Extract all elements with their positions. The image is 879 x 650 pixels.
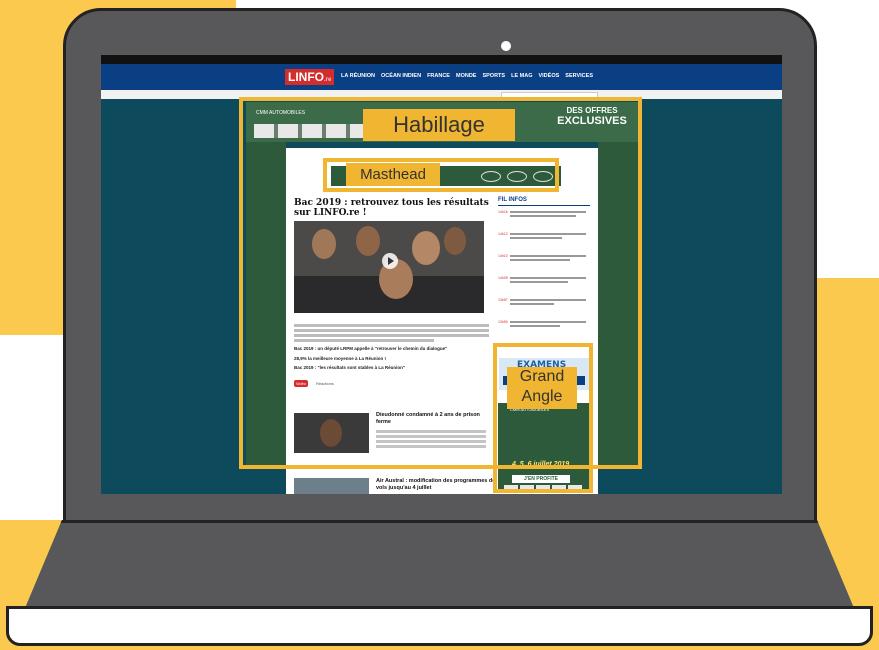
site-logo[interactable]: LINFO.re [285,69,335,85]
top-utility-bar [101,55,782,64]
main-nav: LA RÉUNION OCÉAN INDIEN FRANCE MONDE SPO… [341,73,593,79]
grand-angle-label-line1: Grand [519,368,565,385]
webcam-icon [501,41,511,51]
nav-item-ocean-indien[interactable]: OCÉAN INDIEN [381,73,421,79]
nav-item-la-reunion[interactable]: LA RÉUNION [341,73,375,79]
third-article-thumb[interactable] [294,478,369,494]
habillage-label: Habillage [363,109,515,141]
grand-angle-highlight [493,343,593,493]
laptop-foot [6,606,873,646]
nav-item-monde[interactable]: MONDE [456,73,476,79]
third-article-title[interactable]: Air Austral : modification des programme… [376,478,496,491]
nav-item-sports[interactable]: SPORTS [482,73,505,79]
laptop-base [20,520,859,620]
masthead-label: Masthead [346,163,440,186]
grand-angle-label: Grand Angle [507,367,577,409]
nav-item-le-mag[interactable]: LE MAG [511,73,532,79]
nav-item-services[interactable]: SERVICES [565,73,593,79]
nav-item-france[interactable]: FRANCE [427,73,450,79]
nav-item-videos[interactable]: VIDÉOS [538,73,559,79]
grand-angle-label-line2: Angle [521,388,563,405]
